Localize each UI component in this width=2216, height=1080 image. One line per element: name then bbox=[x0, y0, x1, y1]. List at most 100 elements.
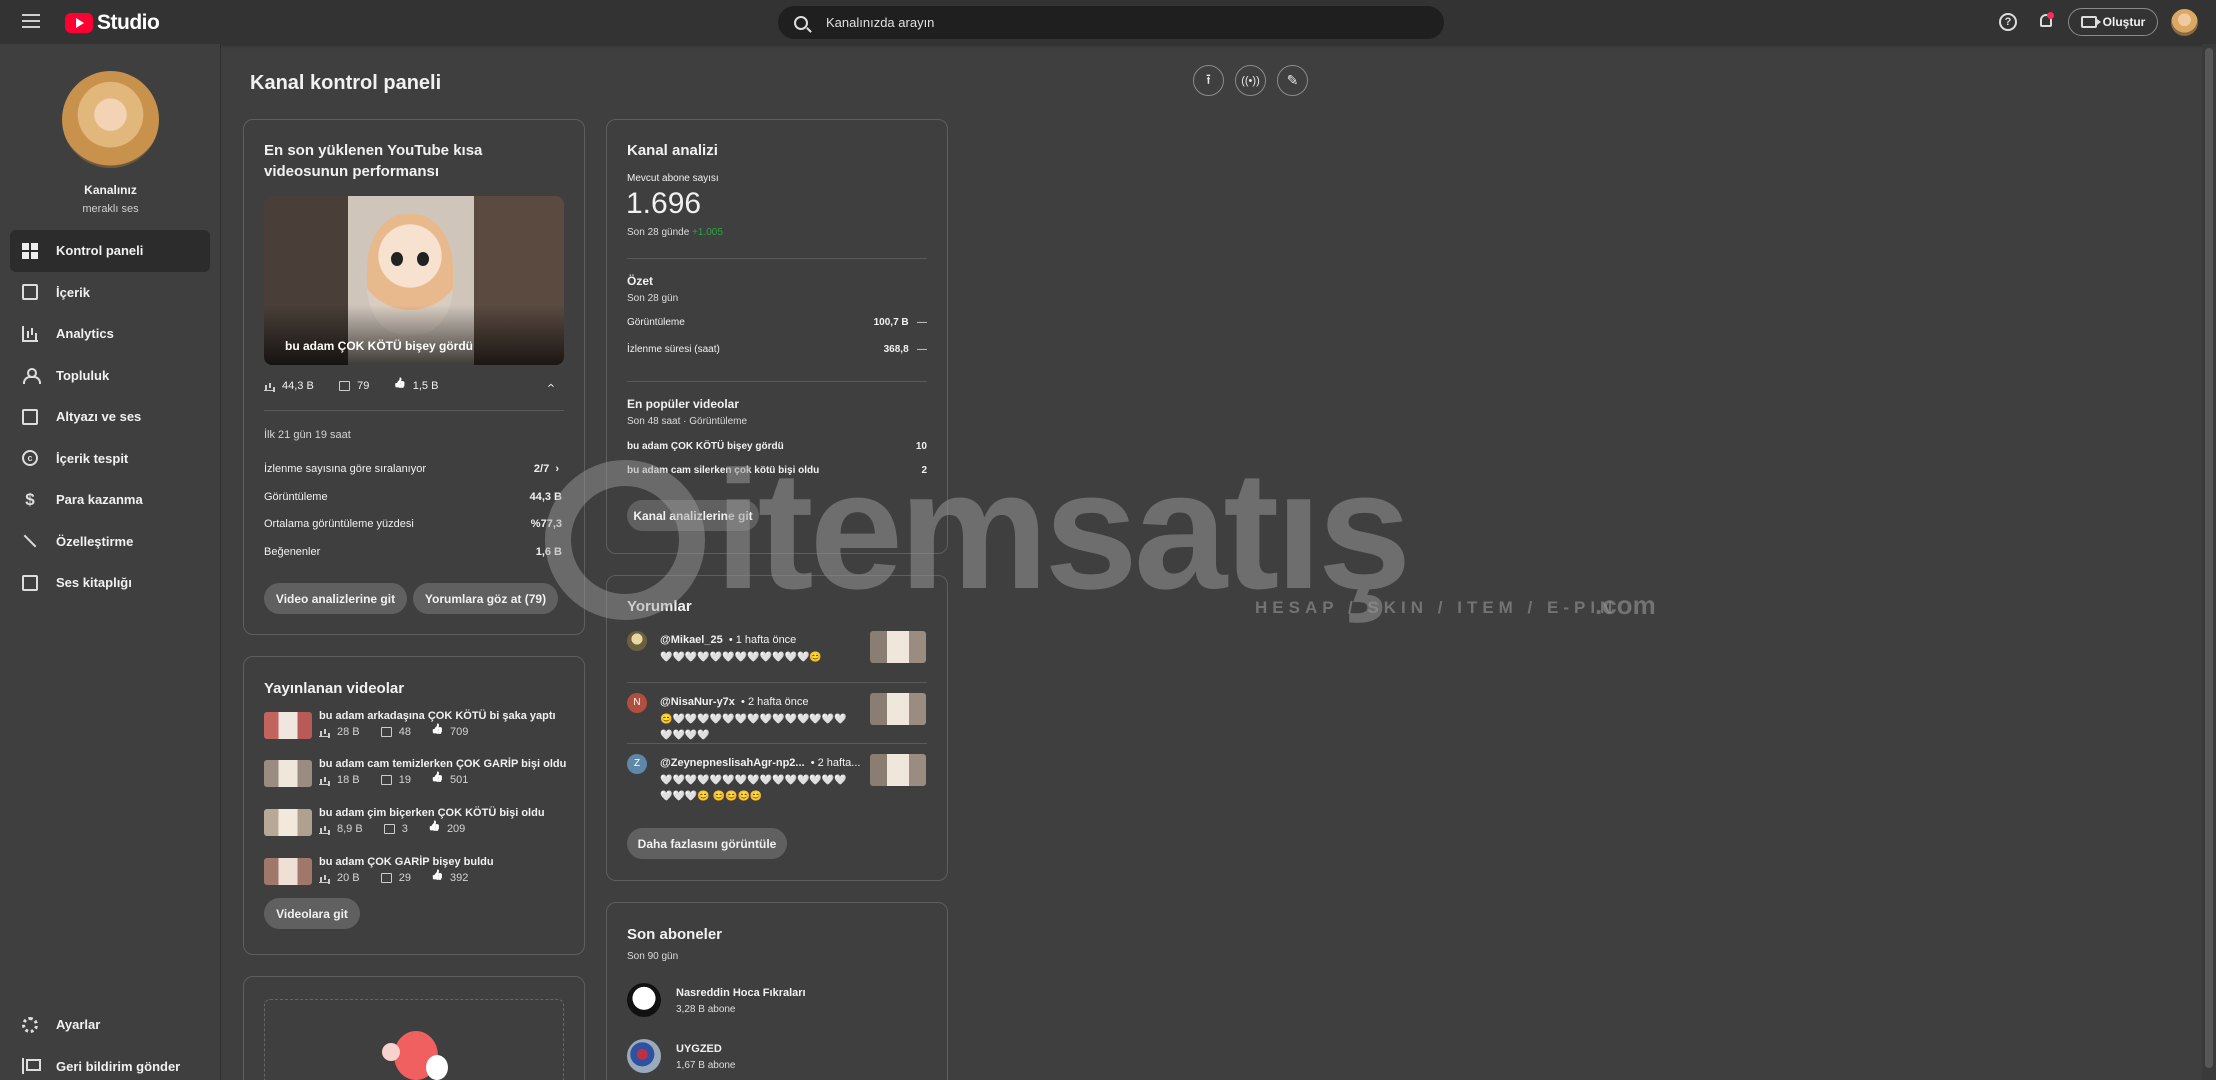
account-avatar[interactable] bbox=[2171, 9, 2198, 36]
sidebar-item-content[interactable]: İçerik bbox=[10, 272, 210, 314]
comment-item[interactable]: @Mikael_25 • 1 hafta önce 🤍🤍🤍🤍🤍🤍🤍🤍🤍🤍🤍🤍😊 bbox=[627, 631, 927, 671]
hamburger-menu-icon[interactable] bbox=[22, 14, 40, 30]
metric-label: Beğenenler bbox=[264, 546, 321, 558]
edit-pencil-icon: ✎ bbox=[1286, 72, 1299, 88]
comment-text: 🤍🤍🤍🤍🤍🤍🤍🤍🤍🤍🤍🤍🤍🤍🤍🤍🤍🤍😊 😊😊😊😊 bbox=[660, 775, 847, 802]
video-camera-icon bbox=[2080, 16, 2101, 28]
likes-count: 1,5 B bbox=[412, 380, 439, 392]
search-input[interactable] bbox=[826, 15, 1386, 30]
view-comments-button[interactable]: Yorumlara göz at (79) bbox=[413, 583, 558, 614]
latest-short-thumbnail[interactable]: bu adam ÇOK KÖTÜ bişey gördü bbox=[264, 196, 564, 365]
latest-short-period: İlk 21 gün 19 saat bbox=[264, 429, 351, 441]
chevron-right-icon: › bbox=[552, 463, 559, 475]
video-item[interactable]: bu adam arkadaşına ÇOK KÖTÜ bi şaka yapt… bbox=[264, 710, 556, 742]
sidebar-bottom: Ayarlar Geri bildirim gönder bbox=[10, 1004, 210, 1080]
audio-library-icon bbox=[22, 574, 38, 591]
studio-logo[interactable]: Studio bbox=[65, 11, 160, 35]
sidebar-item-label: Analytics bbox=[56, 326, 114, 342]
sidebar-item-analytics[interactable]: Analytics bbox=[10, 313, 210, 355]
video-analytics-button[interactable]: Video analizlerine git bbox=[264, 583, 407, 614]
comment-text: 🤍🤍🤍🤍🤍🤍🤍🤍🤍🤍🤍🤍😊 bbox=[660, 652, 822, 663]
top-video-row[interactable]: bu adam cam silerken çok kötü bişi oldu … bbox=[627, 465, 927, 476]
video-item[interactable]: bu adam çim biçerken ÇOK KÖTÜ bişi oldu … bbox=[264, 807, 545, 839]
view-more-comments-button[interactable]: Daha fazlasını görüntüle bbox=[627, 828, 787, 859]
sidebar-nav: Kontrol paneli İçerik Analytics Topluluk… bbox=[10, 230, 210, 604]
summary-trend: — bbox=[917, 344, 927, 355]
comment-author: @NisaNur-y7x bbox=[660, 696, 735, 708]
divider bbox=[264, 410, 564, 411]
sidebar-item-audio-library[interactable]: Ses kitaplığı bbox=[10, 562, 210, 604]
published-videos-title: Yayınlanan videolar bbox=[264, 680, 405, 697]
comment-author: @Mikael_25 bbox=[660, 634, 723, 646]
sidebar-item-customization[interactable]: Özelleştirme bbox=[10, 521, 210, 563]
sidebar-item-feedback[interactable]: Geri bildirim gönder bbox=[10, 1046, 210, 1080]
sidebar-item-copyright[interactable]: c İçerik tespit bbox=[10, 438, 210, 480]
sidebar-item-label: Altyazı ve ses bbox=[56, 409, 142, 425]
comments-icon bbox=[380, 873, 392, 883]
comments-title: Yorumlar bbox=[627, 598, 692, 615]
latest-short-video-title: bu adam ÇOK KÖTÜ bişey gördü bbox=[285, 339, 474, 353]
sidebar-item-label: Özelleştirme bbox=[56, 533, 134, 549]
summary-row-views: Görüntüleme 100,7 B — bbox=[627, 317, 927, 328]
page-scrollbar[interactable] bbox=[2202, 44, 2216, 1080]
views-count: 44,3 B bbox=[282, 380, 314, 392]
copyright-icon: c bbox=[22, 450, 38, 467]
subscribers-change: Son 28 günde +1.005 bbox=[627, 227, 723, 238]
video-comments: 48 bbox=[398, 726, 411, 738]
app-title: Studio bbox=[97, 11, 160, 34]
video-thumbnail bbox=[264, 760, 312, 787]
views-icon bbox=[319, 775, 330, 785]
comment-item[interactable]: N @NisaNur-y7x • 2 hafta önce 😊🤍🤍🤍🤍🤍🤍🤍🤍🤍… bbox=[627, 693, 927, 741]
upload-button[interactable]: ⭱ bbox=[1193, 65, 1224, 96]
video-views: 20 B bbox=[337, 872, 360, 884]
metric-row-rank[interactable]: İzlenme sayısına göre sıralanıyor 2/7 › bbox=[264, 463, 559, 475]
search-bar[interactable] bbox=[778, 6, 1444, 39]
dashboard-icon bbox=[22, 242, 38, 259]
help-icon[interactable]: ? bbox=[1999, 13, 2017, 31]
sidebar-item-subtitles[interactable]: Altyazı ve ses bbox=[10, 396, 210, 438]
summary-value: 100,7 B bbox=[873, 317, 909, 328]
collapse-chevron-icon[interactable]: › bbox=[543, 383, 558, 387]
search-icon[interactable] bbox=[794, 15, 808, 30]
top-videos-title: En popüler videolar bbox=[627, 397, 740, 411]
metric-label: Görüntüleme bbox=[264, 491, 328, 503]
scrollbar-thumb[interactable] bbox=[2205, 48, 2213, 1068]
comment-item[interactable]: Z @ZeynepneslisahAgr-np2... • 2 hafta...… bbox=[627, 754, 927, 814]
go-to-videos-button[interactable]: Videolara git bbox=[264, 898, 360, 929]
subscriber-name: Nasreddin Hoca Fıkraları bbox=[676, 987, 806, 999]
channel-analytics-button[interactable]: Kanal analizlerine git bbox=[627, 500, 759, 531]
create-button[interactable]: Oluştur bbox=[2068, 8, 2158, 36]
views-icon bbox=[264, 381, 275, 391]
metric-label: Ortalama görüntüleme yüzdesi bbox=[264, 518, 414, 530]
create-post-button[interactable]: ✎ bbox=[1277, 65, 1308, 96]
top-video-value: 2 bbox=[921, 465, 927, 476]
go-live-button[interactable]: ((•)) bbox=[1235, 65, 1266, 96]
channel-analytics-card bbox=[606, 119, 948, 554]
summary-trend: — bbox=[917, 317, 927, 328]
video-item[interactable]: bu adam ÇOK GARİP bişey buldu 20 B 29 39… bbox=[264, 856, 494, 888]
comments-icon bbox=[380, 727, 392, 737]
latest-short-stats: 44,3 B 79 1,5 B bbox=[264, 380, 564, 394]
video-likes: 709 bbox=[450, 726, 469, 738]
channel-handle: meraklı ses bbox=[82, 203, 139, 215]
subscriber-name: UYGZED bbox=[676, 1043, 722, 1055]
sidebar-item-label: İçerik bbox=[56, 284, 90, 300]
summary-title: Özet bbox=[627, 274, 654, 288]
views-icon bbox=[319, 727, 330, 737]
channel-avatar[interactable] bbox=[62, 71, 159, 168]
commenter-avatar bbox=[627, 631, 647, 651]
sidebar-item-monetization[interactable]: $ Para kazanma bbox=[10, 479, 210, 521]
top-video-row[interactable]: bu adam ÇOK KÖTÜ bişey gördü 10 bbox=[627, 441, 927, 452]
sidebar-item-label: Ses kitaplığı bbox=[56, 575, 132, 591]
sidebar-item-community[interactable]: Topluluk bbox=[10, 355, 210, 397]
video-item[interactable]: bu adam cam temizlerken ÇOK GARİP bişi o… bbox=[264, 758, 566, 790]
subscriber-avatar bbox=[627, 983, 661, 1017]
views-icon bbox=[319, 873, 330, 883]
video-title: bu adam ÇOK GARİP bişey buldu bbox=[319, 856, 494, 868]
channel-analytics-title: Kanal analizi bbox=[627, 142, 718, 159]
notifications-bell-icon[interactable] bbox=[2037, 11, 2055, 31]
sidebar-item-settings[interactable]: Ayarlar bbox=[10, 1004, 210, 1046]
sidebar-item-dashboard[interactable]: Kontrol paneli bbox=[10, 230, 210, 272]
comments-icon bbox=[383, 824, 395, 834]
comment-text: 😊🤍🤍🤍🤍🤍🤍🤍🤍🤍🤍🤍🤍🤍🤍🤍🤍🤍🤍 bbox=[660, 714, 847, 741]
